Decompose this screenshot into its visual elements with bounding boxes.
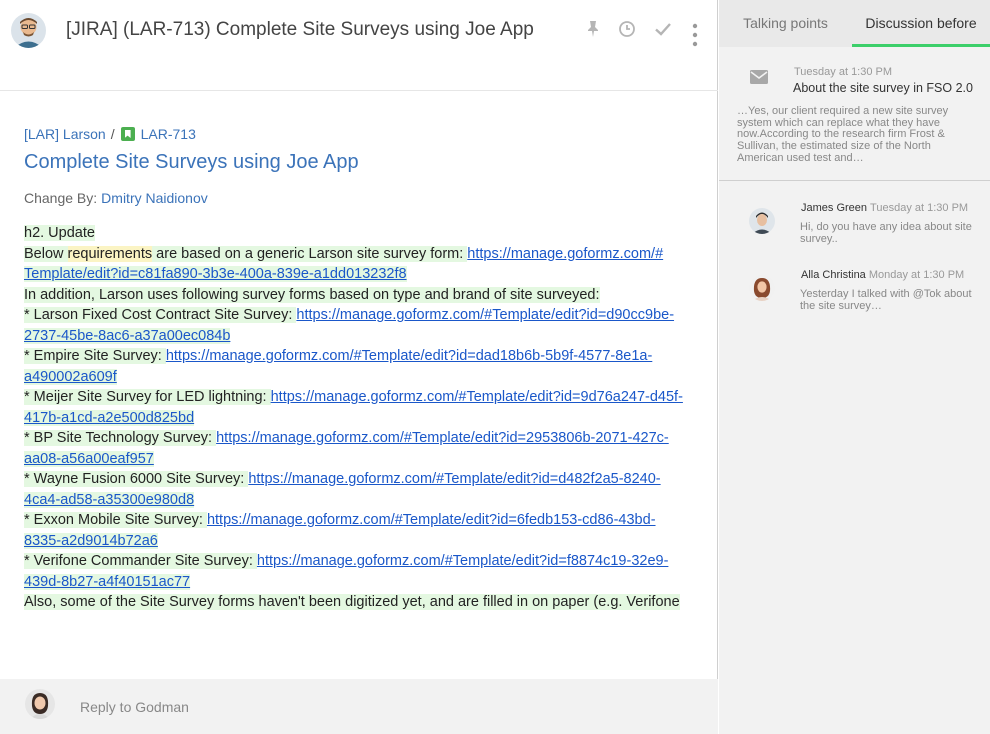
survey-link[interactable]: https://manage.goformz.com/#Template/edi… bbox=[296, 307, 674, 323]
message-header: James Green Tuesday at 1:30 PM bbox=[801, 202, 968, 214]
list-item-cont: 417b-a1cd-a2e500d825bd bbox=[24, 408, 684, 429]
survey-link[interactable]: https://manage.goformz.com/#Template/edi… bbox=[257, 553, 668, 569]
message-header: Alla Christina Monday at 1:30 PM bbox=[801, 269, 964, 281]
list-item-cont: a490002a609f bbox=[24, 367, 684, 388]
list-item: * Larson Fixed Cost Contract Site Survey… bbox=[24, 307, 675, 323]
check-icon[interactable] bbox=[652, 18, 674, 40]
email-subject: About the site survey in FSO 2.0 bbox=[793, 81, 973, 95]
survey-link-cont[interactable]: 439d-8b27-a4f40151ac77 bbox=[24, 573, 191, 590]
change-by: Change By: Dmitry Naidionov bbox=[24, 190, 684, 210]
bookmark-icon bbox=[120, 127, 135, 141]
body-addition: In addition, Larson uses following surve… bbox=[24, 286, 600, 303]
main-panel: [JIRA] (LAR-713) Complete Site Surveys u… bbox=[0, 0, 718, 734]
reply-avatar bbox=[25, 689, 55, 719]
survey-link-cont[interactable]: a490002a609f bbox=[24, 368, 117, 385]
message-time: Tuesday at 1:30 PM bbox=[870, 202, 969, 214]
body-intro-cont: Template/edit?id=c81fa890-3b3e-400a-839e… bbox=[24, 264, 684, 285]
discussion-sidebar: Talking points Discussion before Tuesday… bbox=[719, 0, 990, 734]
clock-icon[interactable] bbox=[616, 18, 638, 40]
breadcrumb-separator: / bbox=[110, 126, 115, 142]
breadcrumb: [LAR] Larson / LAR-713 bbox=[24, 124, 684, 144]
tab-discussion-before[interactable]: Discussion before bbox=[852, 0, 990, 47]
message-item[interactable]: Alla Christina Monday at 1:30 PM Yesterda… bbox=[719, 269, 990, 329]
sidebar-tabs: Talking points Discussion before bbox=[719, 0, 990, 47]
email-snippet: …Yes, our client required a new site sur… bbox=[737, 105, 949, 164]
list-item-cont: 439d-8b27-a4f40151ac77 bbox=[24, 572, 684, 593]
list-item: * Empire Site Survey: https://manage.gof… bbox=[24, 348, 653, 364]
change-by-author[interactable]: Dmitry Naidionov bbox=[101, 190, 208, 206]
survey-link[interactable]: https://manage.goformz.com/#Template/edi… bbox=[248, 471, 660, 487]
survey-link-cont[interactable]: aa08-a56a00eaf957 bbox=[24, 450, 154, 467]
pin-icon[interactable] bbox=[582, 18, 604, 40]
project-link[interactable]: [LAR] Larson bbox=[24, 126, 106, 142]
body-heading: h2. Update bbox=[24, 225, 95, 241]
mail-icon bbox=[749, 69, 769, 85]
issue-content: [LAR] Larson / LAR-713 Complete Site Sur… bbox=[24, 124, 684, 614]
body-closing: Also, some of the Site Survey forms have… bbox=[24, 594, 680, 610]
list-item: * Verifone Commander Site Survey: https:… bbox=[24, 553, 669, 569]
thread-title: [JIRA] (LAR-713) Complete Site Surveys u… bbox=[66, 19, 534, 40]
email-time: Tuesday at 1:30 PM bbox=[794, 66, 893, 78]
issue-key-link[interactable]: LAR-713 bbox=[141, 126, 196, 142]
list-item-cont: 8335-a2d9014b72a6 bbox=[24, 531, 684, 552]
list-item-cont: aa08-a56a00eaf957 bbox=[24, 449, 684, 470]
link-generic-form-cont[interactable]: Template/edit?id=c81fa890-3b3e-400a-839e… bbox=[24, 266, 407, 282]
reply-bar bbox=[0, 679, 718, 734]
header-bar: [JIRA] (LAR-713) Complete Site Surveys u… bbox=[0, 0, 718, 91]
avatar bbox=[749, 208, 775, 234]
body-intro: Below requirements are based on a generi… bbox=[24, 245, 664, 262]
issue-title[interactable]: Complete Site Surveys using Joe App bbox=[24, 151, 684, 179]
survey-link[interactable]: https://manage.goformz.com/#Template/edi… bbox=[216, 430, 669, 446]
link-generic-form[interactable]: https://manage.goformz.com/# bbox=[467, 246, 663, 262]
reply-input[interactable] bbox=[80, 697, 680, 717]
sender-name: James Green bbox=[801, 202, 868, 214]
survey-link-cont[interactable]: 4ca4-ad58-a35300e980d8 bbox=[24, 491, 195, 508]
survey-link-cont[interactable]: 8335-a2d9014b72a6 bbox=[24, 532, 158, 549]
survey-link[interactable]: https://manage.goformz.com/#Template/edi… bbox=[166, 348, 652, 364]
sender-name: Alla Christina bbox=[801, 269, 866, 281]
list-item: * Exxon Mobile Site Survey: https://mana… bbox=[24, 512, 656, 528]
change-by-label: Change By: bbox=[24, 190, 98, 206]
list-item-cont: 2737-45be-8ac6-a37a00ec084b bbox=[24, 326, 684, 347]
survey-link-cont[interactable]: 417b-a1cd-a2e500d825bd bbox=[24, 409, 195, 426]
survey-link-cont[interactable]: 2737-45be-8ac6-a37a00ec084b bbox=[24, 327, 231, 344]
list-item: * BP Site Technology Survey: https://man… bbox=[24, 430, 669, 446]
message-item[interactable]: James Green Tuesday at 1:30 PM Hi, do you… bbox=[719, 202, 990, 262]
user-avatar[interactable] bbox=[11, 13, 46, 48]
issue-description: h2. Update Below requirements are based … bbox=[24, 223, 684, 613]
message-preview: Hi, do you have any idea about site surv… bbox=[800, 221, 972, 245]
list-item: * Meijer Site Survey for LED lightning: … bbox=[24, 389, 683, 405]
tab-talking-points[interactable]: Talking points bbox=[719, 0, 852, 47]
more-vertical-icon[interactable] bbox=[684, 22, 706, 50]
message-time: Monday at 1:30 PM bbox=[868, 269, 965, 281]
survey-link[interactable]: https://manage.goformz.com/#Template/edi… bbox=[207, 512, 656, 528]
email-item[interactable]: Tuesday at 1:30 PM About the site survey… bbox=[719, 47, 990, 181]
list-item: * Wayne Fusion 6000 Site Survey: https:/… bbox=[24, 471, 661, 487]
list-item-cont: 4ca4-ad58-a35300e980d8 bbox=[24, 490, 684, 511]
message-preview: Yesterday I talked with @Tok about the s… bbox=[800, 288, 972, 312]
survey-link[interactable]: https://manage.goformz.com/#Template/edi… bbox=[271, 389, 683, 405]
avatar bbox=[749, 275, 775, 301]
